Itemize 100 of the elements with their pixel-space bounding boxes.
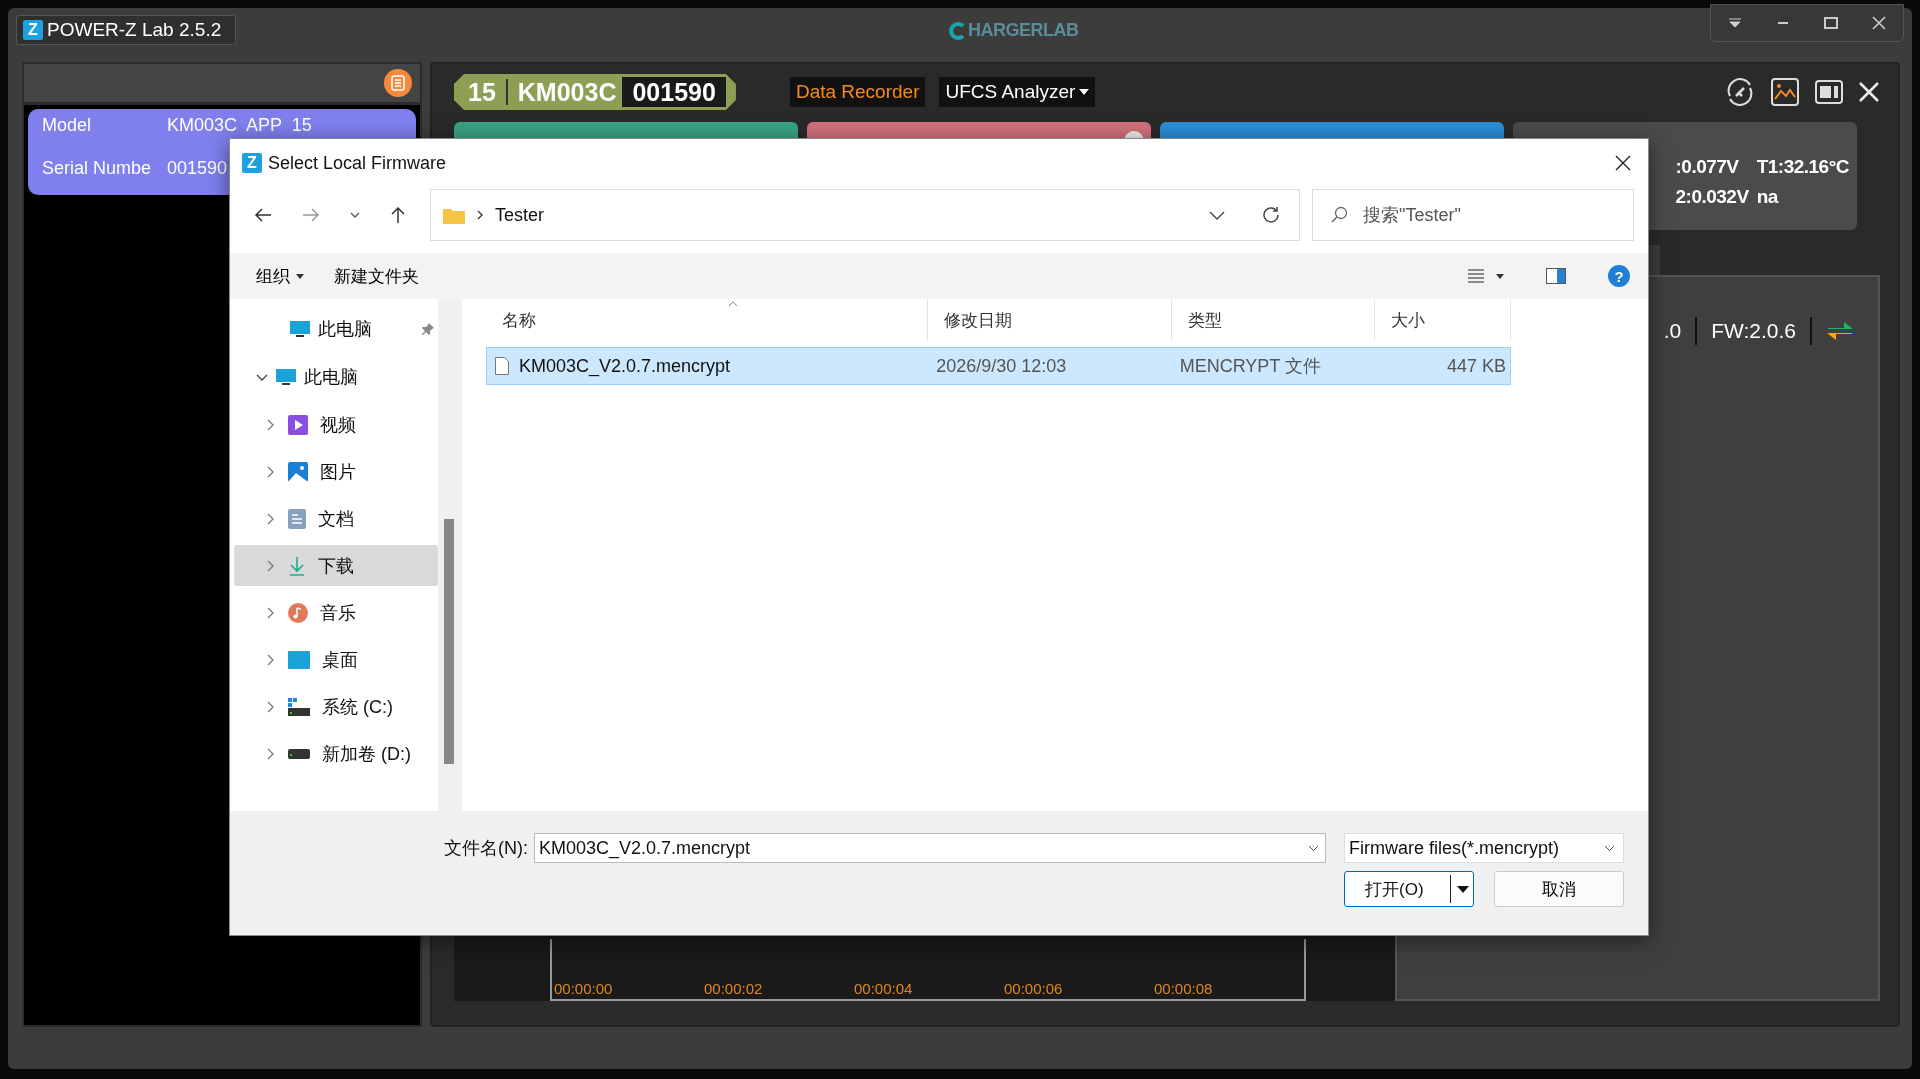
nav-item-label: 文档 — [318, 507, 354, 531]
nav-tree-item[interactable]: 此电脑 — [234, 357, 438, 397]
nav-tree-item[interactable]: 新加卷 (D:) — [234, 733, 438, 774]
computer-icon — [290, 320, 310, 338]
cancel-button[interactable]: 取消 — [1494, 871, 1624, 907]
scrollbar-thumb[interactable] — [444, 519, 454, 764]
drive-icon — [288, 748, 310, 759]
system-drive-icon — [288, 697, 310, 716]
mode-tab[interactable]: UFCS Analyzer — [939, 77, 1096, 107]
chevron-down-icon[interactable] — [1209, 210, 1225, 220]
mode-tab[interactable]: Data Recorder — [789, 77, 926, 107]
document-icon — [288, 508, 306, 529]
nav-tree-item[interactable]: 文档 — [234, 498, 438, 539]
device-field-label: Serial Numbe — [42, 158, 153, 179]
chevron-down-icon[interactable] — [350, 212, 360, 218]
nav-item-label: 音乐 — [320, 601, 356, 625]
nav-item-label: 新加卷 (D:) — [322, 742, 411, 766]
preview-pane-icon[interactable] — [1546, 268, 1566, 284]
nav-tree-item[interactable]: 桌面 — [234, 639, 438, 680]
filename-field[interactable]: KM003C_V2.0.7.mencrypt — [534, 833, 1326, 863]
breadcrumb-chevron-icon — [477, 210, 483, 220]
search-icon — [1330, 206, 1348, 224]
time-axis-label: 00:00:00 — [554, 980, 614, 999]
download-icon — [288, 555, 306, 576]
computer-icon — [276, 368, 296, 386]
app-title-text: POWER-Z Lab 2.5.2 — [47, 19, 222, 41]
time-axis-label: 00:00:04 — [854, 980, 914, 999]
maximize-icon — [1824, 17, 1838, 29]
file-modified-date: 2026/9/30 12:03 — [935, 355, 1068, 377]
device-model: KM003C — [517, 77, 617, 107]
chart-image-icon[interactable] — [1770, 77, 1800, 107]
breadcrumb-folder[interactable]: Tester — [495, 204, 545, 226]
column-header[interactable]: 名称 — [486, 299, 928, 341]
sensor-reading: 2:0.032V — [1675, 186, 1749, 208]
window-toggle-icon[interactable] — [1814, 79, 1844, 105]
device-serial: 001590 — [622, 77, 726, 107]
nav-item-label: 下载 — [318, 554, 354, 578]
device-info-field: .0 — [1663, 319, 1682, 343]
desktop-icon — [288, 650, 310, 669]
sensor-reading: T1:32.16°C — [1756, 156, 1849, 178]
channel-number: 15 — [468, 77, 496, 107]
view-list-icon[interactable] — [1468, 269, 1484, 283]
pin-icon[interactable] — [422, 323, 434, 335]
video-icon — [288, 414, 308, 435]
device-field-label: Model — [42, 115, 93, 136]
nav-tree-item[interactable]: 此电脑 — [234, 309, 438, 349]
device-info-field: FW:2.0.6 — [1711, 319, 1796, 343]
help-button[interactable]: ? — [1608, 265, 1630, 287]
picture-icon — [288, 461, 308, 482]
search-field[interactable]: 搜索"Tester" — [1312, 189, 1634, 241]
nav-item-label: 视频 — [320, 413, 356, 437]
folder-icon — [443, 206, 465, 224]
caret-icon — [1079, 89, 1090, 95]
nav-tree-item[interactable]: 下载 — [234, 545, 438, 586]
nav-tree-item[interactable]: 视频 — [234, 404, 438, 445]
open-split-button[interactable]: 打开(O) — [1344, 871, 1474, 907]
app-logo-icon: Z — [242, 153, 262, 173]
file-icon — [495, 357, 509, 375]
sort-caret-icon — [728, 301, 738, 307]
caret-icon[interactable] — [1496, 273, 1504, 279]
new-folder-button[interactable]: 新建文件夹 — [334, 264, 419, 288]
time-axis-label: 00:00:08 — [1154, 980, 1214, 999]
column-header[interactable]: 大小 — [1375, 299, 1511, 341]
nav-item-label: 此电脑 — [304, 366, 358, 389]
nav-tree-item[interactable]: 音乐 — [234, 592, 438, 633]
back-arrow-icon[interactable] — [254, 207, 272, 223]
list-icon[interactable] — [384, 69, 412, 97]
minimize-icon — [1777, 22, 1789, 24]
nav-item-label: 系统 (C:) — [322, 695, 393, 719]
time-axis-label: 00:00:02 — [704, 980, 764, 999]
organize-menu-button[interactable]: 组织 — [256, 264, 304, 288]
file-row[interactable]: KM003C_V2.0.7.mencrypt 2026/9/30 12:03 MENCRYPT 文件 447 KB — [486, 347, 1511, 385]
address-bar[interactable]: Tester — [430, 189, 1300, 241]
device-field-value: 001590 — [167, 158, 228, 179]
chevron-down-icon — [1308, 845, 1319, 851]
caret-icon[interactable] — [1457, 885, 1469, 893]
nav-item-label: 图片 — [320, 460, 356, 484]
caret-icon — [296, 273, 304, 279]
nav-tree-item[interactable]: 系统 (C:) — [234, 686, 438, 727]
file-type: MENCRYPT 文件 — [1178, 355, 1322, 378]
sensor-reading: na — [1756, 186, 1780, 208]
chevron-down-icon — [1604, 845, 1615, 851]
sensor-reading: :0.077V — [1675, 156, 1740, 178]
dropdown-caret-icon — [1728, 18, 1742, 28]
nav-tree-item[interactable]: 图片 — [234, 451, 438, 492]
nav-item-label: 此电脑 — [318, 318, 372, 341]
time-axis-label: 00:00:06 — [1004, 980, 1064, 999]
brand-name: HARGERLAB — [968, 20, 1079, 41]
forward-arrow-icon[interactable] — [302, 207, 320, 223]
file-size: 447 KB — [1445, 355, 1507, 377]
close-icon[interactable] — [1858, 81, 1880, 103]
file-name: KM003C_V2.0.7.mencrypt — [519, 355, 731, 377]
up-arrow-icon[interactable] — [390, 206, 406, 224]
column-header[interactable]: 类型 — [1172, 299, 1375, 341]
file-type-dropdown[interactable]: Firmware files(*.mencrypt) — [1344, 833, 1624, 863]
nav-item-label: 桌面 — [322, 648, 358, 672]
close-icon — [1615, 155, 1631, 171]
refresh-icon[interactable] — [1261, 205, 1281, 225]
filename-label: 文件名(N): — [444, 837, 528, 860]
column-header[interactable]: 修改日期 — [928, 299, 1172, 341]
